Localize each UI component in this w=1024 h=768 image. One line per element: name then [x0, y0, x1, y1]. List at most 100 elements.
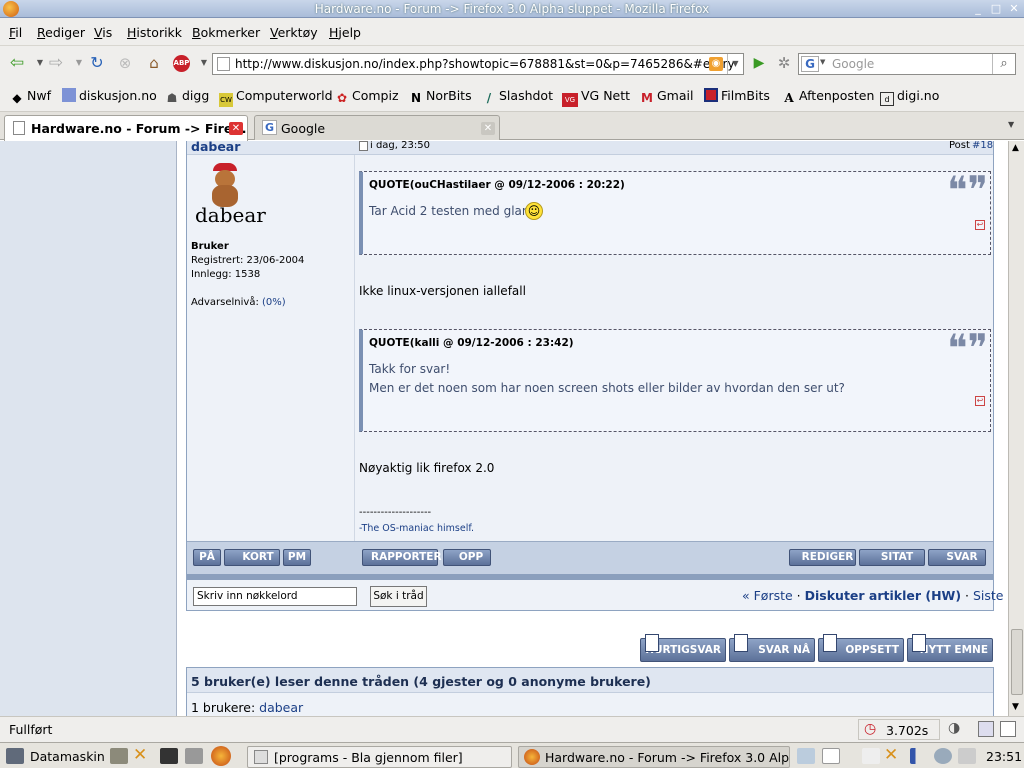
bookmark-aftenposten[interactable]: A Aftenposten: [782, 88, 874, 105]
menu-rediger[interactable]: Rediger: [37, 25, 85, 40]
home-icon[interactable]: ⌂: [145, 54, 163, 72]
topic-search-input[interactable]: Skriv inn nøkkelord: [193, 587, 357, 606]
bookmark-computerworld-label: Computerworld: [236, 88, 333, 103]
workspace-switcher-icon[interactable]: [797, 748, 815, 764]
network-icon[interactable]: [910, 748, 928, 764]
bookmark-nwf[interactable]: ◆ Nwf: [10, 88, 51, 105]
compiz-launcher-icon[interactable]: ✕: [133, 745, 147, 765]
tray-compiz-icon[interactable]: ✕: [884, 745, 898, 765]
back-arrow-icon[interactable]: ⇦: [8, 54, 26, 72]
minimize-button[interactable]: _: [970, 1, 986, 16]
bookmark-vgnett[interactable]: VG VG Nett: [562, 88, 630, 107]
workspace-switcher-icon[interactable]: [822, 748, 840, 764]
menu-fil[interactable]: Fil: [9, 25, 22, 40]
task-file-browser-label: [programs - Bla gjennom filer]: [274, 750, 463, 765]
forward-history-dropdown-icon[interactable]: ▼: [70, 54, 88, 72]
camera-icon[interactable]: [185, 748, 203, 764]
window-titlebar[interactable]: Hardware.no - Forum -> Firefox 3.0 Alpha…: [0, 0, 1024, 18]
new-topic-button[interactable]: NYTT EMNE: [907, 634, 993, 662]
bookmark-slashdot[interactable]: / Slashdot: [482, 88, 553, 105]
page-content: dabear i dag, 23:50 Post #18 dabear Bruk…: [0, 141, 1008, 716]
load-time: 3.702s: [886, 723, 929, 738]
bookmark-digg[interactable]: ☗ digg: [165, 88, 210, 105]
tab-hardware-forum[interactable]: Hardware.no - Forum -> Firef... ✕: [4, 115, 248, 141]
bookmark-diskusjon[interactable]: diskusjon.no: [62, 88, 157, 103]
menu-bokmerker[interactable]: Bokmerker: [192, 25, 260, 40]
adblock-dropdown-icon[interactable]: ▼: [195, 54, 213, 72]
status-text: Fullført: [9, 722, 53, 737]
update-icon[interactable]: [934, 748, 952, 764]
online-button[interactable]: PÅ: [193, 549, 221, 566]
menu-historikk[interactable]: Historikk: [127, 25, 182, 40]
vertical-scrollbar[interactable]: ▲ ▼: [1008, 141, 1024, 716]
quote-source-link-icon[interactable]: ↩: [975, 220, 985, 230]
stop-icon[interactable]: ⊗: [116, 54, 134, 72]
close-tab-icon[interactable]: ✕: [481, 122, 495, 135]
bookmark-norbits[interactable]: N NorBits: [409, 88, 472, 105]
menu-verktoy[interactable]: Verktøy: [270, 25, 318, 40]
url-bar[interactable]: http://www.diskusjon.no/index.php?showto…: [212, 53, 744, 75]
go-arrow-icon[interactable]: ▶: [750, 54, 768, 72]
bookmark-gmail[interactable]: M Gmail: [640, 88, 693, 105]
terminal-icon[interactable]: [160, 748, 178, 764]
task-firefox[interactable]: Hardware.no - Forum -> Firefox 3.0 Alp..…: [518, 746, 790, 768]
computer-icon[interactable]: [6, 748, 24, 764]
post-author-name[interactable]: dabear: [191, 141, 240, 154]
bookmarks-toolbar: ◆ Nwf diskusjon.no ☗ digg CW Computerworld …: [0, 80, 1024, 112]
post-number-label: Post: [949, 141, 970, 151]
clock[interactable]: 23:51: [986, 749, 1022, 764]
post-number-link[interactable]: #18: [972, 141, 993, 151]
top-button[interactable]: OPP: [443, 549, 491, 566]
search-bar[interactable]: G ▼ Google ⌕: [798, 53, 1016, 75]
maximize-button[interactable]: □: [988, 1, 1004, 16]
last-page-link[interactable]: Siste »: [973, 588, 1008, 603]
profile-card-button[interactable]: KORT: [224, 549, 280, 566]
bookmark-filmbits[interactable]: FilmBits: [704, 88, 770, 103]
topic-search-button[interactable]: Søk i tråd: [370, 586, 427, 607]
page-info-icon[interactable]: [1000, 721, 1016, 737]
page-style-icon[interactable]: [978, 721, 994, 737]
volume-icon[interactable]: [958, 748, 976, 764]
extension-status-icon[interactable]: ◑: [948, 720, 960, 736]
start-label[interactable]: Datamaskin: [30, 749, 105, 764]
report-button[interactable]: RAPPORTER: [362, 549, 442, 566]
rss-feed-icon[interactable]: ◉: [709, 57, 723, 71]
scroll-up-icon[interactable]: ▲: [1012, 143, 1019, 153]
close-window-button[interactable]: ✕: [1006, 1, 1022, 16]
search-magnifier-icon[interactable]: ⌕: [992, 54, 1015, 74]
bookmark-compiz[interactable]: ✿ Compiz: [335, 88, 399, 105]
warn-value[interactable]: (0%): [262, 297, 286, 308]
reload-icon[interactable]: ↻: [88, 54, 106, 72]
forum-link[interactable]: Diskuter artikler (HW): [805, 588, 961, 603]
scroll-down-icon[interactable]: ▼: [1012, 702, 1019, 712]
quick-reply-button[interactable]: HURTIGSVAR: [640, 634, 726, 662]
tray-icon[interactable]: [862, 748, 880, 764]
google-engine-icon[interactable]: G: [801, 56, 819, 72]
window-title: Hardware.no - Forum -> Firefox 3.0 Alpha…: [314, 2, 710, 16]
scrollbar-thumb[interactable]: [1011, 629, 1023, 695]
document-icon: [734, 634, 748, 652]
menu-hjelp[interactable]: Hjelp: [329, 25, 361, 40]
reader-member-link[interactable]: dabear: [259, 700, 303, 715]
tab-google[interactable]: G Google ✕: [254, 115, 500, 140]
close-tab-icon[interactable]: ✕: [229, 122, 243, 135]
forward-arrow-icon[interactable]: ⇨: [47, 54, 65, 72]
engine-dropdown-icon[interactable]: ▼: [820, 58, 825, 66]
edit-button[interactable]: REDIGER: [789, 549, 856, 566]
adblock-icon[interactable]: ABP: [173, 55, 190, 72]
quote-source-link-icon[interactable]: ↩: [975, 396, 985, 406]
reply-button[interactable]: SVAR: [928, 549, 986, 566]
settings-button[interactable]: OPPSETT: [818, 634, 904, 662]
task-file-browser[interactable]: [programs - Bla gjennom filer]: [247, 746, 512, 768]
reply-now-button[interactable]: SVAR NÅ: [729, 634, 815, 662]
bookmark-digi[interactable]: d digi.no: [880, 88, 939, 106]
first-page-link[interactable]: « Første: [742, 588, 793, 603]
bookmark-computerworld[interactable]: CW Computerworld: [219, 88, 333, 107]
menu-vis[interactable]: Vis: [94, 25, 112, 40]
tab-list-dropdown-icon[interactable]: ▼: [1008, 120, 1014, 129]
pm-button[interactable]: PM: [283, 549, 311, 566]
url-dropdown-icon[interactable]: ▼: [727, 54, 743, 74]
launcher-icon[interactable]: [110, 748, 128, 764]
quote-button[interactable]: SITAT: [859, 549, 925, 566]
firefox-launcher-icon[interactable]: [211, 746, 231, 766]
